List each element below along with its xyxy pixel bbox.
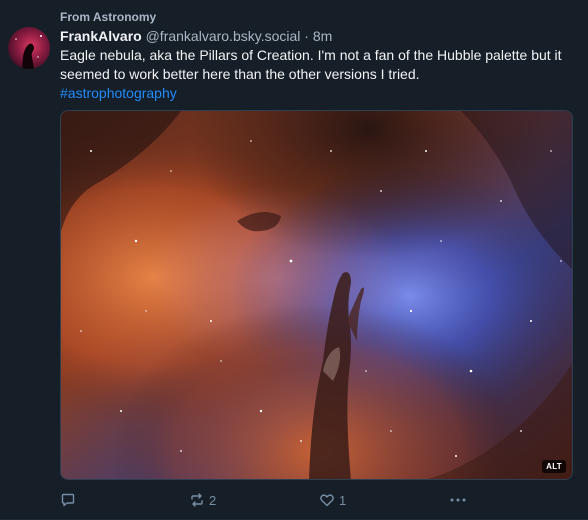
post-card[interactable]: From Astronomy FrankAlvaro @frankalvaro.…	[0, 0, 588, 520]
meta-separator: ·	[304, 28, 309, 44]
reply-icon	[61, 493, 75, 507]
post-timestamp[interactable]: 8m	[313, 28, 332, 44]
like-button[interactable]: 1	[319, 490, 346, 510]
avatar[interactable]	[8, 27, 50, 69]
eagle-nebula-image	[61, 111, 572, 479]
post-body: Eagle nebula, aka the Pillars of Creatio…	[60, 46, 575, 103]
feed-context-label[interactable]: From Astronomy	[60, 10, 156, 24]
post-actions: 2 1	[0, 490, 588, 510]
alt-text-badge[interactable]: ALT	[542, 460, 566, 473]
repost-button[interactable]: 2	[189, 490, 216, 510]
post-header: FrankAlvaro @frankalvaro.bsky.social · 8…	[60, 28, 332, 44]
author-handle[interactable]: @frankalvaro.bsky.social	[146, 28, 301, 44]
author-display-name[interactable]: FrankAlvaro	[60, 28, 142, 44]
post-text: Eagle nebula, aka the Pillars of Creatio…	[60, 47, 562, 82]
repost-count: 2	[209, 492, 217, 508]
like-count: 1	[339, 492, 347, 508]
repost-icon	[191, 493, 203, 507]
post-image[interactable]: ALT	[60, 110, 573, 480]
horsehead-nebula-icon	[8, 27, 50, 69]
heart-icon	[320, 494, 334, 507]
reply-button[interactable]	[60, 490, 76, 510]
hashtag-link[interactable]: #astrophotography	[60, 84, 575, 103]
ellipsis-icon	[450, 498, 466, 502]
more-options-button[interactable]	[449, 490, 467, 510]
